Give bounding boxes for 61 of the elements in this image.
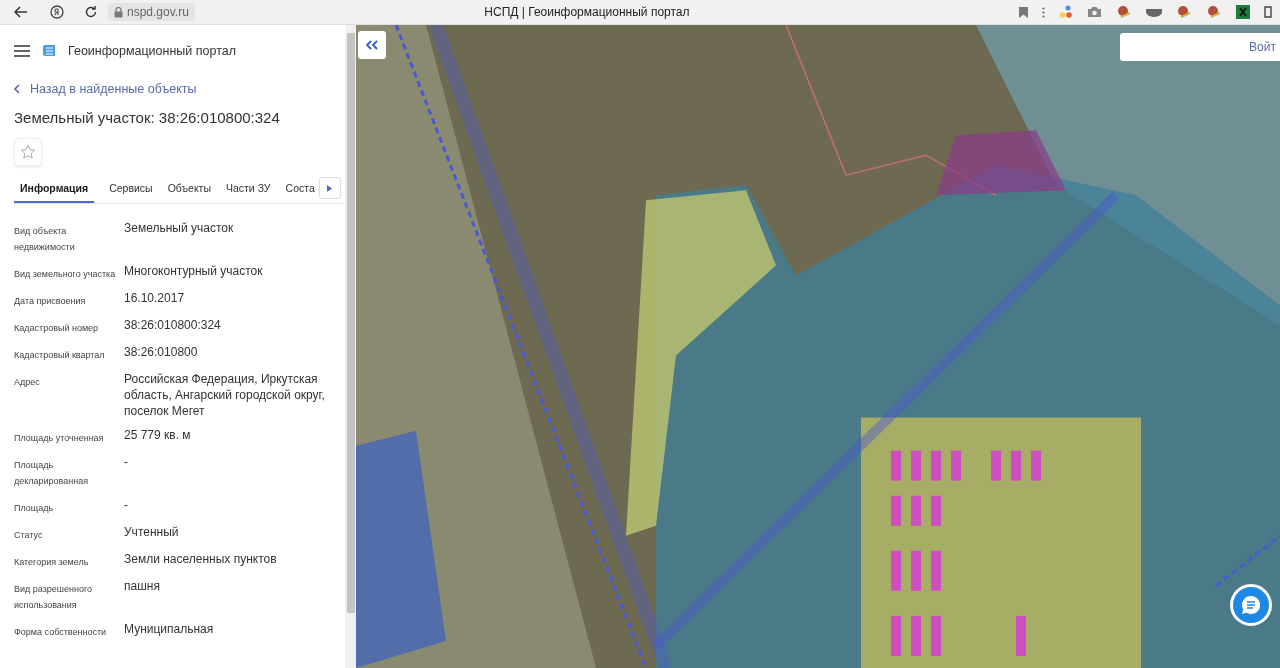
portal-logo-icon [42, 43, 56, 59]
star-icon [20, 144, 36, 160]
tab[interactable]: Сервисы [109, 176, 153, 203]
field-label: Площадь декларированная [14, 459, 90, 488]
scroll-tabs-button[interactable] [318, 177, 341, 199]
field-value: 38:26:010800:324 [124, 317, 222, 334]
field-value: 38:26:010800 [124, 344, 199, 361]
field-label: Площадь [14, 502, 55, 515]
field-value: Учтенный [124, 524, 180, 541]
field-value: Земли населенных пунктов [124, 551, 278, 568]
field-label: Площадь уточненная [14, 432, 105, 445]
chevron-left-icon [14, 84, 20, 94]
page-title: НСПД | Геоинформационный портал [484, 5, 690, 19]
field-value: Многоконтурный участок [124, 263, 264, 280]
extension-icon[interactable] [1146, 7, 1162, 17]
double-chevron-left-icon [366, 40, 378, 50]
chat-icon [1241, 595, 1261, 615]
field-label: Кадастровый квартал [14, 349, 106, 362]
tab[interactable]: Части ЗУ [225, 176, 271, 203]
field-value: 16.10.2017 [124, 290, 186, 307]
field-label: Вид разрешенного использования [14, 583, 94, 612]
app-title: Геоинформационный портал [68, 44, 237, 58]
login-button[interactable]: Войт [1120, 33, 1280, 61]
extension-icon[interactable] [1264, 5, 1272, 19]
field-value: Российская Федерация, Иркутская область, Ангарский городской округ, поселок Мегет [124, 371, 326, 419]
browser-logo-icon[interactable] [50, 5, 64, 19]
back-icon[interactable] [14, 6, 28, 18]
field-label: Статус [14, 529, 44, 542]
field-value: 25 779 кв. м [124, 427, 192, 444]
field-label: Дата присвоения [14, 295, 87, 308]
spreadsheet-icon[interactable] [1236, 5, 1250, 19]
field-label: Вид объекта недвижимости [14, 225, 76, 254]
tab[interactable]: Объекты [167, 176, 211, 203]
tab[interactable]: Соста [285, 176, 315, 203]
field-label: Категория земель [14, 556, 90, 569]
field-value: - [124, 497, 129, 514]
collapse-panel-button[interactable] [358, 31, 386, 59]
satellite-map[interactable] [356, 25, 1280, 668]
more-icon[interactable] [1042, 6, 1045, 18]
extension-icon[interactable] [1116, 4, 1132, 20]
parcel-heading: Земельный участок: 38:26:010800:324 [14, 109, 281, 126]
field-label: Адрес [14, 376, 41, 389]
reload-icon[interactable] [84, 5, 98, 19]
field-value: - [124, 454, 129, 471]
field-label: Вид земельного участка [14, 268, 117, 281]
extension-icon[interactable] [1176, 4, 1192, 20]
caret-right-icon [327, 184, 333, 192]
menu-icon[interactable] [14, 45, 30, 57]
field-value: пашня [124, 578, 161, 595]
assistant-icon[interactable] [1059, 5, 1073, 19]
camera-icon[interactable] [1087, 6, 1102, 18]
field-label: Форма собственности [14, 626, 108, 639]
back-link[interactable]: Назад в найденные объекты [14, 82, 345, 96]
field-value: Муниципальная [124, 621, 215, 638]
field-value: Земельный участок [124, 220, 235, 237]
tab[interactable]: Информация [14, 176, 95, 203]
scrollbar[interactable] [345, 25, 356, 668]
field-label: Кадастровый номер [14, 322, 100, 335]
lock-icon [114, 6, 123, 18]
extension-icon[interactable] [1206, 4, 1222, 20]
bookmark-icon[interactable] [1019, 6, 1028, 18]
